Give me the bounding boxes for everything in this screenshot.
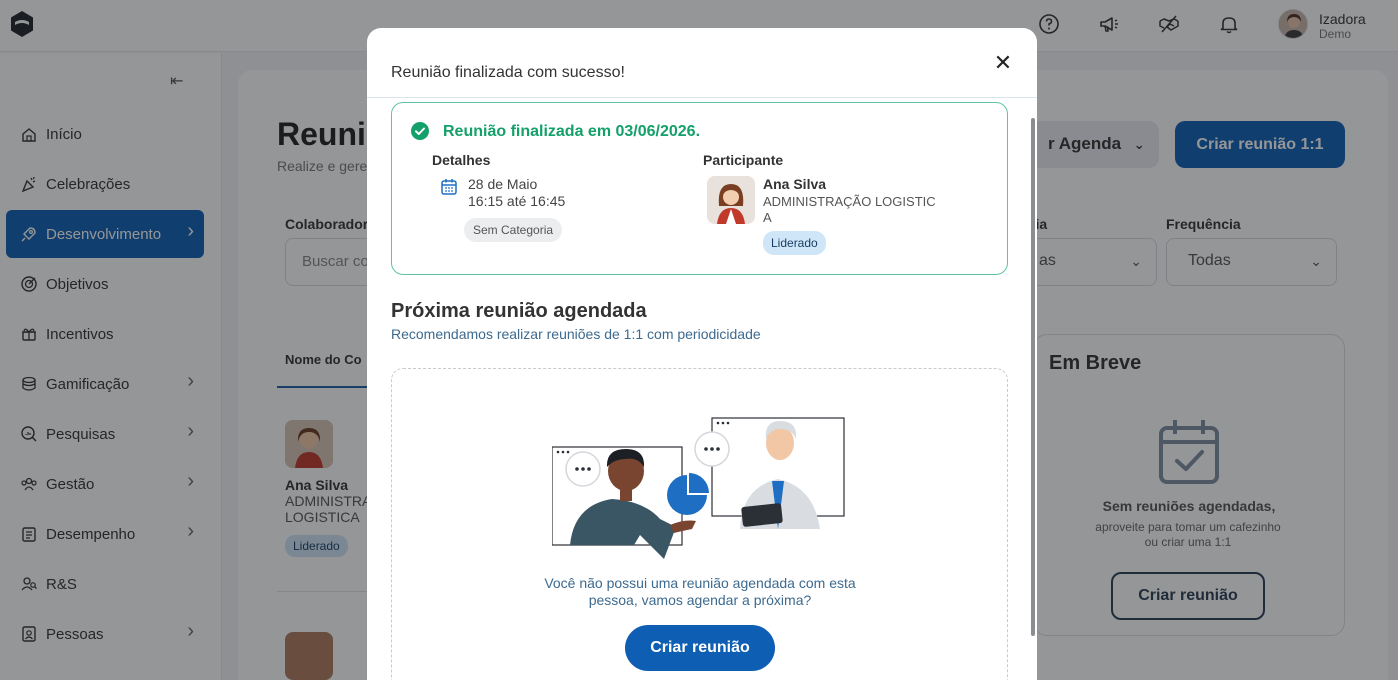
empty-state-text: Você não possui uma reunião agendada com… xyxy=(544,575,856,608)
modal-title: Reunião finalizada com sucesso! xyxy=(391,64,625,81)
success-summary-box: Reunião finalizada em 03/06/2026. Detalh… xyxy=(391,102,1008,275)
participant-department: ADMINISTRAÇÃO LOGISTICA xyxy=(763,194,936,225)
check-circle-icon xyxy=(411,122,429,140)
calendar-icon xyxy=(441,179,457,195)
avatar xyxy=(707,176,755,224)
next-meeting-empty-state: Você não possui uma reunião agendada com… xyxy=(391,368,1008,680)
participant-name: Ana Silva xyxy=(763,176,827,192)
meeting-time: 16:15 até 16:45 xyxy=(468,193,566,209)
close-icon[interactable]: ✕ xyxy=(992,52,1014,74)
modal-scrollbar[interactable] xyxy=(1031,118,1035,636)
next-meeting-title: Próxima reunião agendada xyxy=(391,300,647,322)
next-meeting-subtitle: Recomendamos realizar reuniões de 1:1 co… xyxy=(391,326,761,342)
modal-divider xyxy=(367,97,1037,98)
participant-label: Participante xyxy=(703,152,784,168)
details-label: Detalhes xyxy=(432,152,491,168)
meeting-finished-modal: Reunião finalizada com sucesso! ✕ Reuniã… xyxy=(367,28,1037,680)
status-badge: Liderado xyxy=(763,231,826,255)
category-badge: Sem Categoria xyxy=(464,218,563,242)
meeting-illustration xyxy=(552,417,845,559)
create-meeting-button[interactable]: Criar reunião xyxy=(625,625,775,671)
meeting-date: 28 de Maio xyxy=(468,176,538,192)
success-title: Reunião finalizada em 03/06/2026. xyxy=(443,123,701,140)
